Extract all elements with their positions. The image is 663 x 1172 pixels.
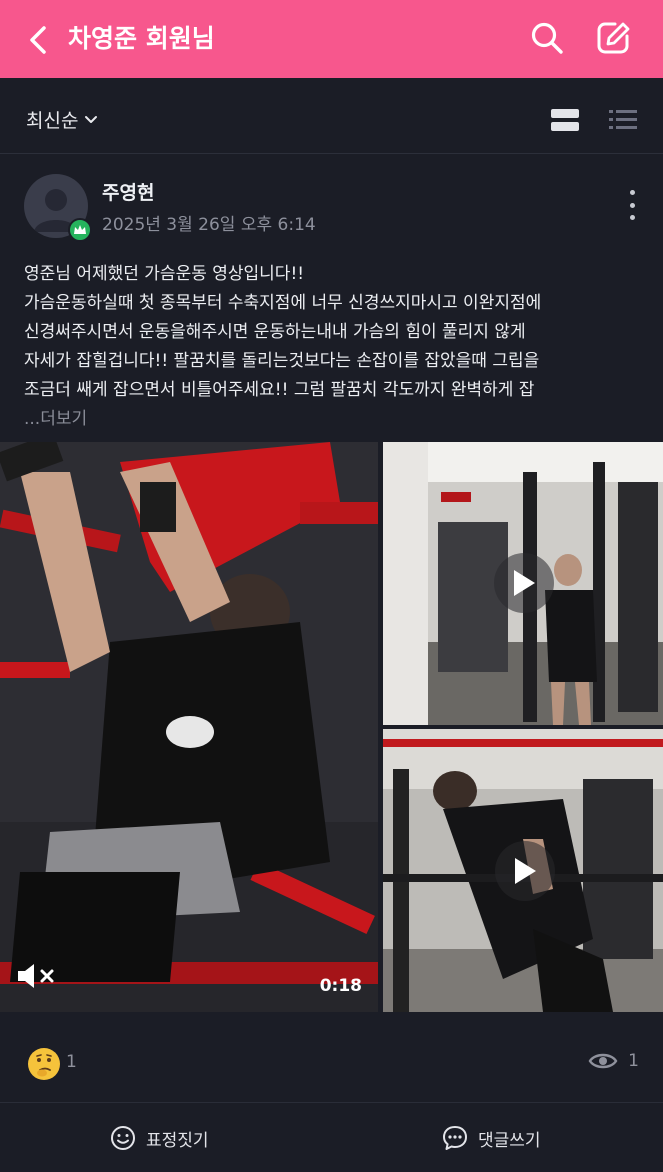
thinking-face-icon[interactable] — [28, 1048, 60, 1080]
mute-button[interactable] — [16, 962, 56, 994]
muted-speaker-icon — [18, 964, 54, 988]
post-line: 조금더 쌔게 잡으면서 비틀어주세요!! 그럼 팔꿈치 각도까지 완벽하게 잡 — [24, 380, 535, 400]
play-button[interactable] — [494, 553, 554, 613]
list-view-button[interactable] — [609, 108, 639, 134]
write-button[interactable] — [595, 20, 631, 56]
author-name[interactable]: 주영현 — [102, 178, 154, 205]
video-duration: 0:18 — [319, 976, 362, 996]
list-view-icon — [609, 110, 637, 129]
filter-bar: 최신순 — [0, 86, 663, 154]
staff-badge — [68, 218, 92, 242]
edit-icon — [597, 22, 630, 54]
search-icon — [531, 22, 563, 54]
comment-button[interactable]: 댓글쓰기 — [442, 1125, 541, 1151]
page-title: 차영준 회원님 — [68, 24, 215, 53]
post-line: 신경써주시면서 운동을해주시면 운동하는내내 가슴의 힘이 풀리지 않게 — [24, 322, 526, 342]
post-body: 영준님 어제했던 가슴운동 영상입니다!! 가슴운동하실때 첫 종목부터 수축지… — [24, 260, 644, 434]
post-line: 영준님 어제했던 가슴운동 영상입니다!! — [24, 264, 305, 284]
chevron-down-icon — [85, 115, 98, 123]
sort-label: 최신순 — [26, 110, 79, 132]
post-stats: 1 1 — [0, 1040, 663, 1088]
more-options-button[interactable] — [624, 190, 640, 220]
video-thumb-3[interactable] — [383, 729, 663, 1012]
crown-icon — [74, 225, 86, 234]
post-line: 자세가 잡힐겁니다!! 팔꿈치를 돌리는것보다는 손잡이를 잡았을때 그립을 — [24, 351, 540, 371]
more-icon — [629, 190, 635, 195]
post-actions: 표정짓기 댓글쓰기 — [0, 1102, 663, 1172]
sort-dropdown[interactable]: 최신순 — [26, 106, 98, 133]
card-view-button[interactable] — [551, 108, 581, 134]
video-thumb-2[interactable] — [383, 442, 663, 725]
play-icon — [514, 570, 535, 596]
card-view-icon — [551, 109, 579, 131]
back-button[interactable] — [22, 22, 54, 58]
comment-icon — [443, 1126, 467, 1150]
see-more-link[interactable]: ...더보기 — [24, 405, 644, 434]
video-main[interactable]: 0:18 — [0, 442, 378, 1012]
media-grid: 0:18 — [0, 442, 663, 1012]
view-count: 1 — [628, 1051, 639, 1071]
search-button[interactable] — [529, 20, 565, 56]
reaction-count: 1 — [66, 1052, 77, 1072]
app-bar: 차영준 회원님 — [0, 0, 663, 78]
comment-label: 댓글쓰기 — [478, 1130, 541, 1151]
eye-icon — [588, 1053, 618, 1069]
react-button[interactable]: 표정짓기 — [110, 1125, 209, 1151]
post-line: 가슴운동하실때 첫 종목부터 수축지점에 너무 신경쓰지마시고 이완지점에 — [24, 293, 542, 313]
smile-icon — [111, 1126, 135, 1150]
view-stats: 1 — [588, 1050, 639, 1072]
react-label: 표정짓기 — [146, 1130, 209, 1151]
back-icon — [30, 26, 46, 54]
play-button[interactable] — [495, 841, 555, 901]
play-icon — [515, 858, 536, 884]
gym-video-thumbnail — [0, 442, 378, 1012]
post-date: 2025년 3월 26일 오후 6:14 — [102, 215, 316, 235]
post-author: 주영현 2025년 3월 26일 오후 6:14 — [24, 172, 640, 244]
